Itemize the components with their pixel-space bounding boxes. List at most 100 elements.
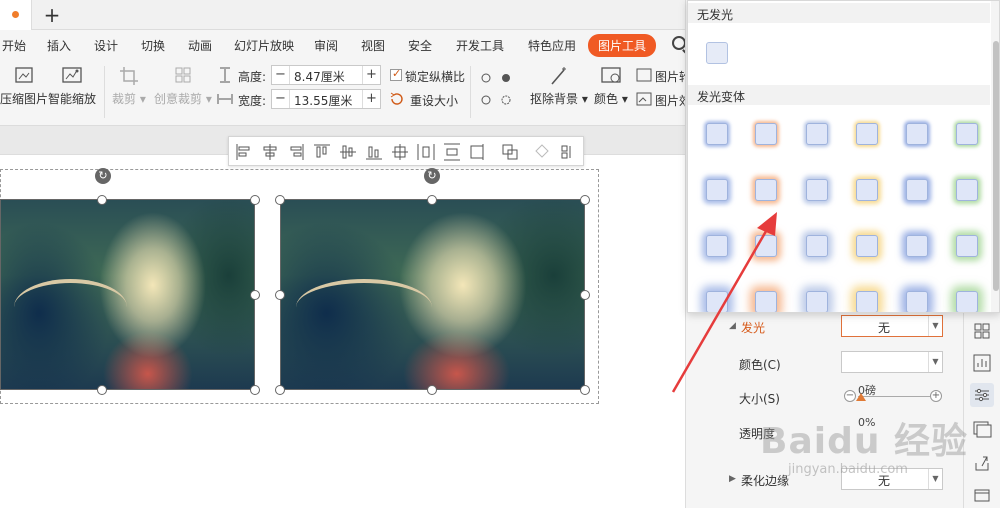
height-increase-button[interactable]: +: [362, 66, 380, 84]
picture-adjust-icons[interactable]: [478, 68, 518, 112]
menu-view[interactable]: 视图: [361, 37, 385, 54]
glow-variant-swatch[interactable]: [956, 235, 978, 257]
menu-insert[interactable]: 插入: [47, 37, 71, 54]
chart-icon[interactable]: [970, 351, 994, 375]
lock-ratio-label[interactable]: 锁定纵横比: [405, 68, 465, 85]
glow-variant-swatch[interactable]: [806, 291, 828, 312]
more-tools-icon[interactable]: [970, 483, 994, 507]
resize-handle[interactable]: [427, 385, 437, 395]
glow-variant-swatch[interactable]: [806, 235, 828, 257]
picture-library-icon[interactable]: [970, 417, 994, 441]
resize-handle[interactable]: [250, 195, 260, 205]
glow-variant-swatch[interactable]: [706, 179, 728, 201]
rotate-handle-right[interactable]: ↻: [424, 168, 440, 184]
more-align-icon[interactable]: [559, 143, 577, 161]
glow-variant-swatch[interactable]: [906, 179, 928, 201]
width-spinner[interactable]: − 13.55厘米 +: [271, 89, 381, 109]
reset-size-button[interactable]: 重设大小: [410, 92, 458, 109]
crop-button[interactable]: 裁剪 ▾: [112, 66, 146, 107]
height-decrease-button[interactable]: −: [272, 66, 290, 84]
glow-variant-swatch[interactable]: [755, 123, 777, 145]
soft-edge-label[interactable]: 柔化边缘: [741, 472, 789, 489]
glow-variant-swatch[interactable]: [856, 123, 878, 145]
resize-handle[interactable]: [580, 385, 590, 395]
glow-size-slider[interactable]: [858, 396, 930, 397]
remove-background-button[interactable]: 抠除背景 ▾: [530, 66, 588, 107]
menu-features[interactable]: 特色应用: [528, 37, 576, 54]
align-center-icon[interactable]: [261, 143, 279, 161]
lock-ratio-checkbox[interactable]: [390, 67, 402, 81]
resize-handle[interactable]: [580, 195, 590, 205]
menu-home[interactable]: 开始: [2, 37, 26, 54]
new-tab-button[interactable]: +: [40, 3, 64, 27]
align-right-icon[interactable]: [287, 143, 305, 161]
scrollbar-thumb[interactable]: [993, 41, 999, 291]
width-value[interactable]: 13.55厘米: [294, 92, 352, 109]
glow-variant-swatch[interactable]: [906, 235, 928, 257]
resize-handle[interactable]: [250, 385, 260, 395]
layout-icon[interactable]: [970, 319, 994, 343]
align-middle-icon[interactable]: [339, 143, 357, 161]
glow-variant-swatch[interactable]: [906, 123, 928, 145]
group-icon[interactable]: [501, 143, 519, 161]
glow-variant-swatch[interactable]: [956, 291, 978, 312]
glow-size-slider-thumb[interactable]: [856, 393, 866, 401]
glow-variant-swatch[interactable]: [806, 123, 828, 145]
glow-variant-swatch[interactable]: [706, 123, 728, 145]
resize-handle[interactable]: [427, 195, 437, 205]
resize-handle[interactable]: [275, 195, 285, 205]
menu-picture-tools[interactable]: 图片工具: [588, 34, 657, 57]
align-left-icon[interactable]: [235, 143, 253, 161]
menu-transition[interactable]: 切换: [141, 37, 165, 54]
forest-photo-right[interactable]: [280, 199, 585, 390]
menu-security[interactable]: 安全: [408, 37, 432, 54]
slide-align-icon[interactable]: [469, 143, 487, 161]
resize-handle[interactable]: [97, 195, 107, 205]
glow-variant-swatch[interactable]: [906, 291, 928, 312]
document-tab[interactable]: [0, 0, 32, 30]
glow-variant-swatch[interactable]: [856, 235, 878, 257]
width-decrease-button[interactable]: −: [272, 90, 290, 108]
smart-scale-button[interactable]: 智能缩放: [48, 66, 96, 107]
search-icon[interactable]: [672, 36, 686, 50]
glow-none-swatch[interactable]: [706, 42, 728, 64]
compress-picture-button[interactable]: 压缩图片: [0, 66, 48, 107]
creative-crop-button[interactable]: 创意裁剪 ▾: [154, 66, 212, 107]
menu-animation[interactable]: 动画: [188, 37, 212, 54]
glow-select[interactable]: 无 ▼: [841, 315, 943, 337]
layer-icon[interactable]: [533, 143, 551, 161]
glow-variant-swatch[interactable]: [856, 291, 878, 312]
glow-variant-swatch[interactable]: [806, 179, 828, 201]
resize-handle[interactable]: [97, 385, 107, 395]
glow-color-select[interactable]: ▼: [841, 351, 943, 373]
glow-variant-swatch[interactable]: [755, 179, 777, 201]
menu-developer[interactable]: 开发工具: [456, 37, 504, 54]
align-bottom-icon[interactable]: [365, 143, 383, 161]
width-increase-button[interactable]: +: [362, 90, 380, 108]
height-spinner[interactable]: − 8.47厘米 +: [271, 65, 381, 85]
forest-photo-left[interactable]: [0, 199, 255, 390]
popup-scrollbar[interactable]: [991, 1, 999, 312]
resize-handle[interactable]: [275, 290, 285, 300]
resize-handle[interactable]: [250, 290, 260, 300]
expand-arrow-icon[interactable]: ▶: [729, 474, 736, 484]
glow-variant-swatch[interactable]: [956, 123, 978, 145]
glow-variant-swatch[interactable]: [856, 179, 878, 201]
align-top-icon[interactable]: [313, 143, 331, 161]
size-decrease-button[interactable]: −: [844, 390, 856, 402]
menu-design[interactable]: 设计: [94, 37, 118, 54]
glow-variant-swatch[interactable]: [956, 179, 978, 201]
menu-review[interactable]: 审阅: [314, 37, 338, 54]
resize-handle[interactable]: [275, 385, 285, 395]
distribute-vertical-icon[interactable]: [443, 143, 461, 161]
share-icon[interactable]: [970, 451, 994, 475]
height-value[interactable]: 8.47厘米: [294, 68, 345, 85]
align-center-both-icon[interactable]: [391, 143, 409, 161]
rotate-handle-left[interactable]: ↻: [95, 168, 111, 184]
size-increase-button[interactable]: +: [930, 390, 942, 402]
resize-handle[interactable]: [580, 290, 590, 300]
color-button[interactable]: 颜色 ▾: [594, 66, 628, 107]
distribute-horizontal-icon[interactable]: [417, 143, 435, 161]
menu-slideshow[interactable]: 幻灯片放映: [234, 37, 294, 54]
property-settings-icon[interactable]: [970, 383, 994, 407]
